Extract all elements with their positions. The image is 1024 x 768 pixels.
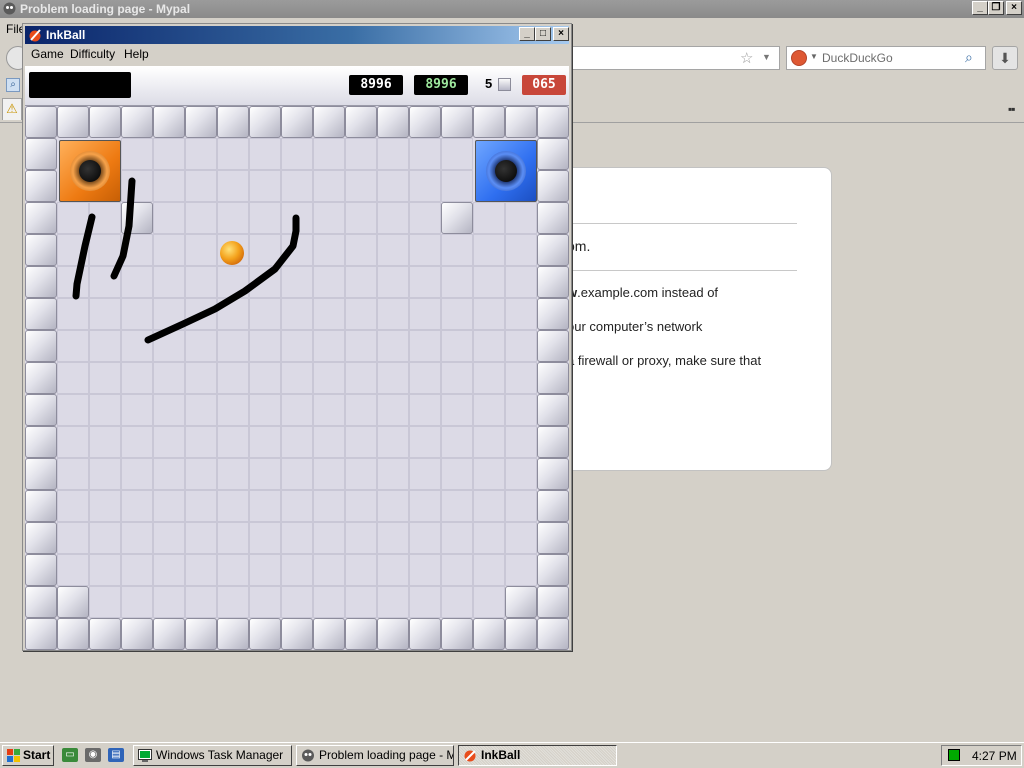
url-dropdown-icon[interactable]: ▼ [762,52,771,62]
menu-help[interactable]: Help [124,47,149,61]
inkball-window: InkBall _ □ × Game Difficulty Help 8996 … [22,23,572,651]
taskbar: Start ▭ ◉ ▤ Windows Task Manager Problem… [0,742,1024,768]
inkball-title-bar[interactable]: InkBall _ □ × [25,26,569,44]
search-engine-dropdown-icon[interactable]: ▼ [810,52,818,61]
inkball-task-icon [464,750,476,762]
error-divider [541,270,797,271]
inkball-menu-bar: Game Difficulty Help [25,44,569,64]
inkball-minimize-button[interactable]: _ [519,27,535,41]
menu-game[interactable]: Game [31,47,64,61]
player-name-box [29,72,131,98]
browser-minimize-button[interactable]: _ [972,1,988,15]
inkball-app-icon [29,29,41,42]
show-desktop-icon[interactable]: ▭ [62,748,78,762]
game-board[interactable] [25,106,569,650]
mypal-quicklaunch-icon[interactable]: ◉ [85,748,101,762]
url-bar[interactable]: ☆ ▼ [570,46,780,70]
search-input[interactable]: ▼ DuckDuckGo ⌕ [786,46,986,70]
score-bar: 8996 8996 5 065 [25,66,569,107]
windows-logo-icon [7,749,20,762]
ink-stroke [144,214,300,344]
score-display: 8996 [349,75,403,95]
clock[interactable]: 4:27 PM [972,749,1017,763]
high-score-display: 8996 [414,75,468,95]
search-icon[interactable]: ⌕ [965,49,973,66]
ink-stroke [72,213,96,300]
browser-title-bar: Problem loading page - Mypal _ ❐ × [0,0,1024,18]
browser-close-button[interactable]: × [1006,1,1022,15]
tab-list-icon[interactable]: ▪▪ [1008,102,1015,116]
explorer-quicklaunch-icon[interactable]: ▤ [108,748,124,762]
bookmark-star-icon[interactable]: ☆ [740,49,753,67]
inkball-close-button[interactable]: × [553,27,569,41]
error-line-2-rest: .example.com instead of [577,285,719,300]
mypal-app-icon [3,2,16,15]
mypal-task-icon [302,749,314,762]
start-label: Start [23,748,51,762]
task-manager-tray-icon[interactable] [948,749,960,761]
small-toolbar-icon[interactable]: ⌕ [6,78,20,92]
browser-restore-button[interactable]: ❐ [988,1,1004,15]
error-panel: om. w.example.com instead of our compute… [540,167,832,471]
error-line-2: w.example.com instead of [567,285,718,300]
download-button[interactable]: ⬇ [992,46,1018,70]
duckduckgo-icon[interactable] [791,50,807,66]
error-divider [541,223,797,224]
inkball-maximize-button[interactable]: □ [535,27,551,41]
error-line-4: a firewall or proxy, make sure that [567,353,762,368]
task-label: InkBall [481,748,521,762]
task-inkball[interactable]: InkBall [458,745,617,766]
browser-title: Problem loading page - Mypal [20,2,191,16]
error-line-3: our computer’s network [567,319,703,334]
system-tray: 4:27 PM [941,745,1022,766]
ink-stroke [110,177,136,280]
task-label: Problem loading page - M... [319,748,454,762]
task-problem-loading-page[interactable]: Problem loading page - M... [296,745,454,766]
start-button[interactable]: Start [2,745,54,766]
ball-counter-icon [498,78,511,91]
timer-display: 065 [522,75,566,95]
search-placeholder: DuckDuckGo [822,51,893,65]
menu-difficulty[interactable]: Difficulty [70,47,115,61]
task-manager-icon [138,749,152,762]
task-windows-task-manager[interactable]: Windows Task Manager [133,745,292,766]
ink-strokes [72,177,300,344]
task-label: Windows Task Manager [156,748,284,762]
tab-warning-icon[interactable]: ⚠ [2,98,22,120]
inkball-title: InkBall [46,28,86,42]
balls-remaining: 5 [485,76,493,91]
